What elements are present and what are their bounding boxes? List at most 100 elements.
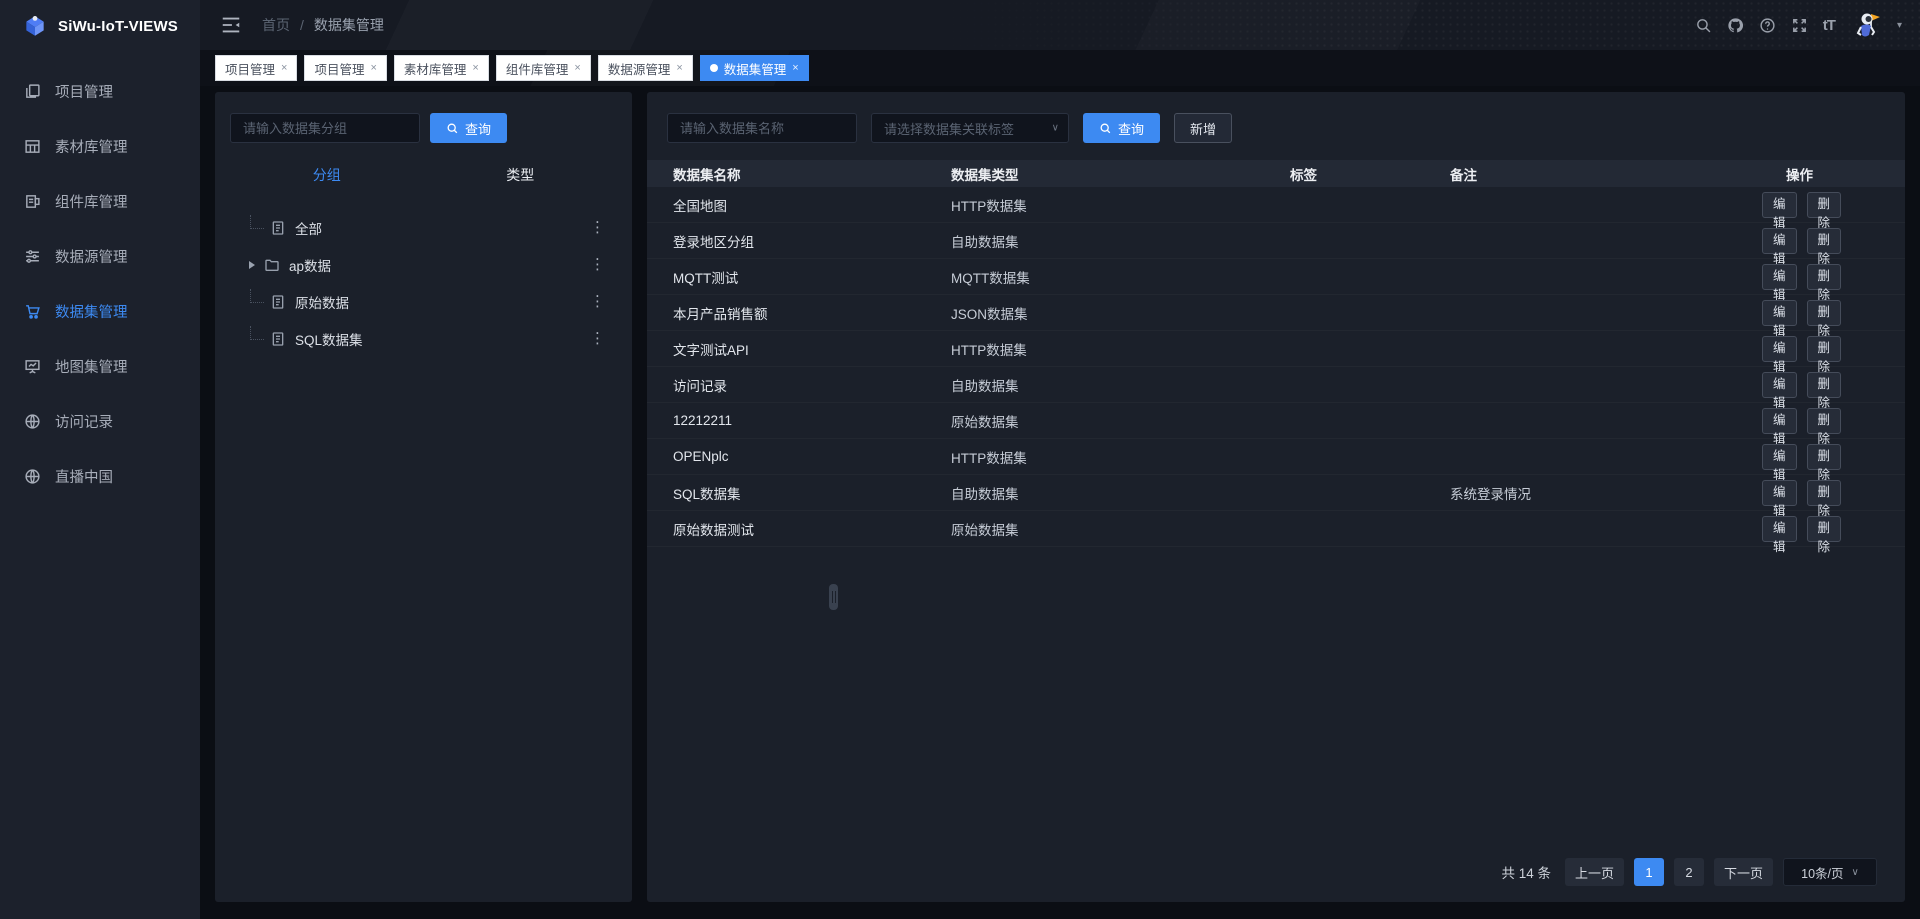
sidebar-item-label: 访问记录 xyxy=(55,411,113,432)
dataset-tag-select[interactable]: 请选择数据集关联标签 ∨ xyxy=(871,113,1069,143)
edit-button[interactable]: 编辑 xyxy=(1762,300,1797,326)
tab-type[interactable]: 类型 xyxy=(424,165,618,185)
sidebar-item-live-china[interactable]: 直播中国 xyxy=(0,449,200,504)
breadcrumb: 首页 / 数据集管理 xyxy=(262,15,384,35)
add-dataset-button[interactable]: 新增 xyxy=(1174,113,1232,143)
edit-button[interactable]: 编辑 xyxy=(1762,480,1797,506)
user-avatar[interactable] xyxy=(1853,10,1883,40)
dataset-name: 本月产品销售额 xyxy=(647,303,927,323)
dataset-search-button-label: 查询 xyxy=(1118,119,1144,138)
dataset-name-input[interactable] xyxy=(667,113,857,143)
dataset-type: JSON数据集 xyxy=(927,303,1272,323)
cart-icon xyxy=(24,303,41,320)
font-size-icon[interactable]: tT xyxy=(1823,17,1835,34)
delete-button[interactable]: 删除 xyxy=(1807,300,1842,326)
tree-item-menu-icon[interactable]: ⋮ xyxy=(590,294,605,309)
group-search-input[interactable] xyxy=(230,113,420,143)
delete-button[interactable]: 删除 xyxy=(1807,408,1842,434)
components-icon xyxy=(24,193,41,210)
search-icon xyxy=(1099,122,1112,135)
tree-item-raw-data[interactable]: 原始数据 ⋮ xyxy=(230,283,617,320)
edit-button[interactable]: 编辑 xyxy=(1762,264,1797,290)
edit-button[interactable]: 编辑 xyxy=(1762,408,1797,434)
search-icon[interactable] xyxy=(1695,16,1713,34)
tab-group[interactable]: 分组 xyxy=(230,165,424,185)
table-row: MQTT测试 MQTT数据集 编辑删除 xyxy=(647,259,1905,295)
delete-button[interactable]: 删除 xyxy=(1807,336,1842,362)
sidebar-collapse-icon[interactable] xyxy=(220,14,242,36)
edit-button[interactable]: 编辑 xyxy=(1762,372,1797,398)
sidebar-item-label: 组件库管理 xyxy=(55,191,128,212)
edit-button[interactable]: 编辑 xyxy=(1762,192,1797,218)
page-1-button[interactable]: 1 xyxy=(1634,858,1664,886)
sidebar-item-datasource-management[interactable]: 数据源管理 xyxy=(0,229,200,284)
prev-page-button[interactable]: 上一页 xyxy=(1565,858,1624,886)
sidebar-item-material-library[interactable]: 素材库管理 xyxy=(0,119,200,174)
tree-item-menu-icon[interactable]: ⋮ xyxy=(590,257,605,272)
dataset-name: MQTT测试 xyxy=(647,267,927,287)
sidebar-item-component-library[interactable]: 组件库管理 xyxy=(0,174,200,229)
tab-datasource-management[interactable]: 数据源管理 × xyxy=(598,55,693,81)
tab-close-icon[interactable]: × xyxy=(792,63,798,74)
tab-label: 组件库管理 xyxy=(506,59,569,78)
github-icon[interactable] xyxy=(1727,16,1745,34)
tree-item-menu-icon[interactable]: ⋮ xyxy=(590,331,605,346)
tree-item-sql-dataset[interactable]: SQL数据集 ⋮ xyxy=(230,320,617,357)
tab-component-library[interactable]: 组件库管理 × xyxy=(496,55,591,81)
table-row: OPENplc HTTP数据集 编辑删除 xyxy=(647,439,1905,475)
tab-close-icon[interactable]: × xyxy=(281,63,287,74)
fullscreen-icon[interactable] xyxy=(1791,16,1809,34)
tab-close-icon[interactable]: × xyxy=(574,63,580,74)
main-area: 首页 / 数据集管理 tT xyxy=(200,0,1920,919)
tab-project-management-1[interactable]: 项目管理 × xyxy=(215,55,297,81)
logo-cube-icon xyxy=(22,13,48,39)
tab-label: 数据源管理 xyxy=(608,59,671,78)
tree-item-ap-data[interactable]: ap数据 ⋮ xyxy=(230,246,617,283)
table-header: 数据集名称 数据集类型 标签 备注 操作 xyxy=(647,160,1905,187)
edit-button[interactable]: 编辑 xyxy=(1762,516,1797,542)
delete-button[interactable]: 删除 xyxy=(1807,480,1842,506)
help-icon[interactable] xyxy=(1759,16,1777,34)
tab-label: 素材库管理 xyxy=(404,59,467,78)
dataset-search-button[interactable]: 查询 xyxy=(1083,113,1160,143)
tree-item-menu-icon[interactable]: ⋮ xyxy=(590,220,605,235)
tab-close-icon[interactable]: × xyxy=(370,63,376,74)
sidebar: SiWu-IoT-VIEWS 项目管理 素材库管理 组件库管理 数据源管理 数据… xyxy=(0,0,200,919)
delete-button[interactable]: 删除 xyxy=(1807,192,1842,218)
sidebar-item-access-records[interactable]: 访问记录 xyxy=(0,394,200,449)
dataset-table: 数据集名称 数据集类型 标签 备注 操作 全国地图 HTTP数据集 编辑删除 xyxy=(647,160,1905,547)
dataset-panel: 请选择数据集关联标签 ∨ 查询 新增 数据集名称 数据集类型 标签 备注 xyxy=(647,92,1905,902)
edit-button[interactable]: 编辑 xyxy=(1762,228,1797,254)
page-2-button[interactable]: 2 xyxy=(1674,858,1704,886)
dataset-name: 全国地图 xyxy=(647,195,927,215)
group-type-tabs: 分组 类型 xyxy=(230,165,617,185)
avatar-caret-down-icon[interactable]: ▾ xyxy=(1897,20,1902,31)
tree-expand-caret-icon[interactable] xyxy=(249,261,255,269)
panel-resize-handle[interactable] xyxy=(829,584,838,610)
dataset-name: 登录地区分组 xyxy=(647,231,927,251)
tree-item-all[interactable]: 全部 ⋮ xyxy=(230,209,617,246)
tab-material-library[interactable]: 素材库管理 × xyxy=(394,55,489,81)
tab-close-icon[interactable]: × xyxy=(472,63,478,74)
delete-button[interactable]: 删除 xyxy=(1807,372,1842,398)
app-title: SiWu-IoT-VIEWS xyxy=(58,18,178,35)
page-size-select[interactable]: 10条/页 ∨ xyxy=(1783,858,1877,886)
delete-button[interactable]: 删除 xyxy=(1807,444,1842,470)
column-header-note: 备注 xyxy=(1427,164,1762,184)
group-tree: 全部 ⋮ ap数据 ⋮ 原始数据 ⋮ xyxy=(230,209,617,357)
sidebar-item-project-management[interactable]: 项目管理 xyxy=(0,64,200,119)
group-search-button[interactable]: 查询 xyxy=(430,113,507,143)
delete-button[interactable]: 删除 xyxy=(1807,264,1842,290)
edit-button[interactable]: 编辑 xyxy=(1762,336,1797,362)
delete-button[interactable]: 删除 xyxy=(1807,228,1842,254)
tab-dataset-management[interactable]: 数据集管理 × xyxy=(700,55,809,81)
sidebar-item-atlas-management[interactable]: 地图集管理 xyxy=(0,339,200,394)
dataset-type: 自助数据集 xyxy=(927,231,1272,251)
edit-button[interactable]: 编辑 xyxy=(1762,444,1797,470)
tab-close-icon[interactable]: × xyxy=(676,63,682,74)
tab-project-management-2[interactable]: 项目管理 × xyxy=(304,55,386,81)
delete-button[interactable]: 删除 xyxy=(1807,516,1842,542)
next-page-button[interactable]: 下一页 xyxy=(1714,858,1773,886)
sidebar-item-dataset-management[interactable]: 数据集管理 xyxy=(0,284,200,339)
breadcrumb-home[interactable]: 首页 xyxy=(262,15,290,35)
